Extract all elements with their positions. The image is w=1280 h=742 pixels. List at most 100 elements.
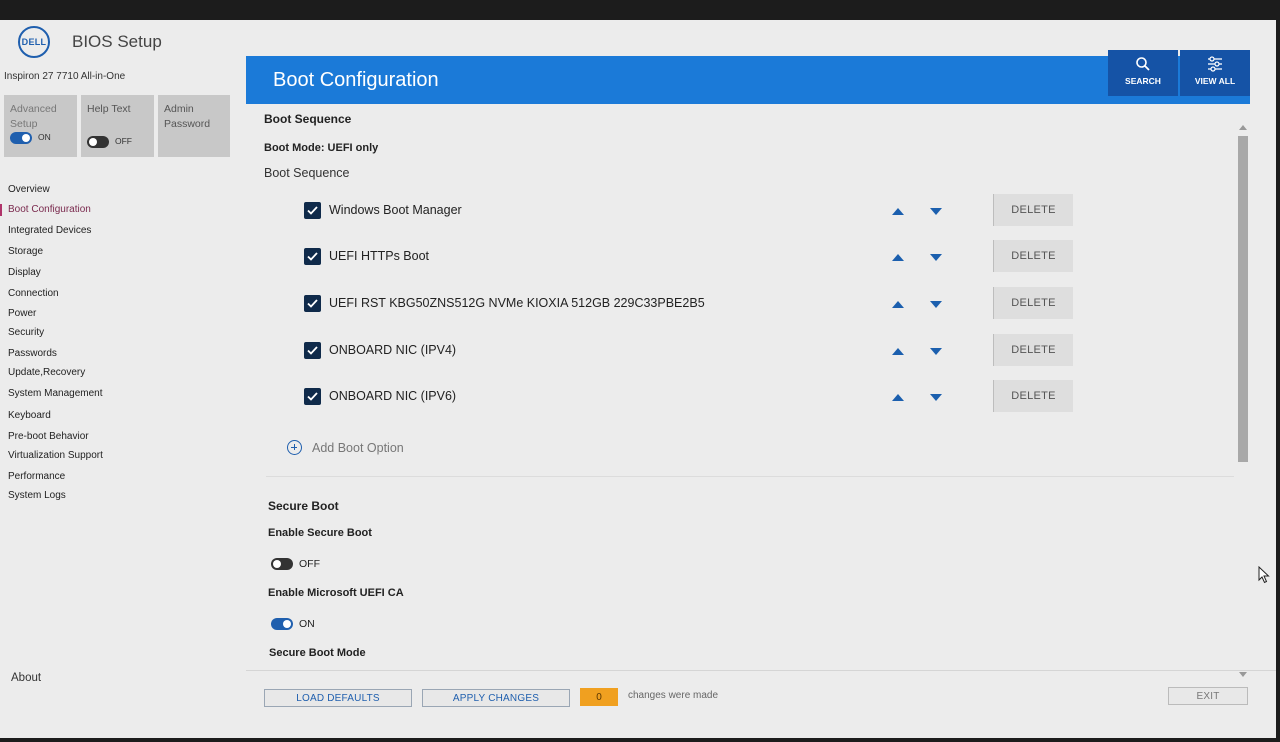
admin-password-label: Admin Password [164, 103, 211, 130]
help-text-label: Help Text [87, 103, 131, 115]
boot-option-row: ONBOARD NIC (IPV6) DELETE [304, 380, 1084, 412]
exit-button[interactable]: EXIT [1168, 687, 1248, 705]
secure-boot-section-title: Secure Boot [268, 499, 339, 513]
advanced-setup-tile[interactable]: Advanced Setup ON [4, 95, 77, 157]
boot-option-checkbox[interactable] [304, 388, 321, 405]
page-title: Boot Configuration [273, 69, 439, 91]
boot-option-name: Windows Boot Manager [329, 203, 462, 217]
page-header: Boot Configuration SEARCH VIEW ALL [246, 50, 1250, 104]
sidebar-item-system-logs[interactable]: System Logs [8, 490, 66, 501]
changes-status-text: changes were made [628, 690, 719, 701]
move-up-icon[interactable] [892, 301, 904, 308]
boot-option-checkbox[interactable] [304, 202, 321, 219]
checkmark-icon [307, 346, 318, 355]
footer-bar: LOAD DEFAULTS APPLY CHANGES 0 changes we… [246, 670, 1276, 738]
boot-option-checkbox[interactable] [304, 248, 321, 265]
boot-sequence-label: Boot Sequence [264, 166, 350, 180]
advanced-setup-state: ON [38, 132, 51, 142]
boot-mode: Boot Mode: UEFI only [264, 142, 379, 154]
sidebar-item-performance[interactable]: Performance [8, 471, 65, 482]
search-label: SEARCH [1125, 76, 1161, 86]
sidebar-item-overview[interactable]: Overview [8, 184, 50, 195]
add-boot-option-label: Add Boot Option [312, 440, 404, 455]
delete-button[interactable]: DELETE [993, 287, 1073, 319]
move-down-icon[interactable] [930, 348, 942, 355]
move-down-icon[interactable] [930, 301, 942, 308]
move-up-icon[interactable] [892, 208, 904, 215]
delete-button[interactable]: DELETE [993, 240, 1073, 272]
search-icon [1136, 57, 1150, 71]
sidebar-item-passwords[interactable]: Passwords [8, 348, 57, 359]
section-divider [266, 476, 1234, 477]
apply-changes-button[interactable]: APPLY CHANGES [422, 689, 570, 707]
enable-secure-boot-label: Enable Secure Boot [268, 527, 372, 539]
delete-button[interactable]: DELETE [993, 380, 1073, 412]
view-all-button[interactable]: VIEW ALL [1180, 50, 1250, 96]
sidebar-item-display[interactable]: Display [8, 267, 41, 278]
move-down-icon[interactable] [930, 208, 942, 215]
sidebar-item-connection[interactable]: Connection [8, 288, 59, 299]
enable-microsoft-uefi-ca-state: ON [299, 618, 315, 630]
sidebar-item-security[interactable]: Security [8, 327, 44, 338]
advanced-setup-toggle[interactable] [10, 131, 32, 144]
sidebar-item-boot-configuration[interactable]: Boot Configuration [8, 204, 91, 215]
delete-button[interactable]: DELETE [993, 334, 1073, 366]
boot-option-row: UEFI HTTPs Boot DELETE [304, 240, 1084, 272]
checkmark-icon [307, 206, 318, 215]
admin-password-tile[interactable]: Admin Password [158, 95, 230, 157]
sidebar-item-keyboard[interactable]: Keyboard [8, 410, 51, 421]
advanced-setup-label: Advanced Setup [10, 103, 57, 130]
help-text-toggle[interactable] [87, 135, 109, 148]
boot-option-name: ONBOARD NIC (IPV4) [329, 343, 457, 357]
active-indicator [0, 204, 2, 216]
sidebar-item-virtualization-support[interactable]: Virtualization Support [8, 450, 103, 461]
changes-count-badge: 0 [580, 688, 618, 706]
sidebar-item-update-recovery[interactable]: Update,Recovery [8, 367, 85, 378]
boot-option-checkbox[interactable] [304, 342, 321, 359]
sidebar-item-integrated-devices[interactable]: Integrated Devices [8, 225, 91, 236]
help-text-tile[interactable]: Help Text OFF [81, 95, 154, 157]
boot-option-name: UEFI HTTPs Boot [329, 249, 430, 263]
search-button[interactable]: SEARCH [1108, 50, 1178, 96]
move-up-icon[interactable] [892, 394, 904, 401]
move-down-icon[interactable] [930, 394, 942, 401]
enable-secure-boot-control: OFF [271, 558, 320, 570]
move-down-icon[interactable] [930, 254, 942, 261]
sidebar-item-storage[interactable]: Storage [8, 246, 43, 257]
sidebar-item-about[interactable]: About [11, 672, 41, 684]
add-boot-option-button[interactable]: Add Boot Option [287, 440, 404, 455]
checkmark-icon [307, 252, 318, 261]
enable-microsoft-uefi-ca-control: ON [271, 618, 315, 630]
enable-microsoft-uefi-ca-label: Enable Microsoft UEFI CA [268, 587, 404, 599]
boot-option-checkbox[interactable] [304, 295, 321, 312]
boot-option-name: ONBOARD NIC (IPV6) [329, 389, 457, 403]
system-model: Inspiron 27 7710 All-in-One [4, 71, 126, 82]
boot-option-row: ONBOARD NIC (IPV4) DELETE [304, 334, 1084, 366]
mouse-cursor-icon [1258, 566, 1270, 584]
filter-sliders-icon [1208, 56, 1222, 72]
checkmark-icon [307, 299, 318, 308]
sidebar-item-power[interactable]: Power [8, 308, 36, 319]
move-up-icon[interactable] [892, 254, 904, 261]
secure-boot-mode-label: Secure Boot Mode [269, 647, 366, 659]
checkmark-icon [307, 392, 318, 401]
bios-screen: DELL BIOS Setup Inspiron 27 7710 All-in-… [0, 20, 1276, 738]
delete-button[interactable]: DELETE [993, 194, 1073, 226]
sidebar-item-system-management[interactable]: System Management [8, 388, 103, 399]
enable-secure-boot-toggle[interactable] [271, 558, 293, 570]
app-title: BIOS Setup [72, 32, 162, 51]
boot-option-row: UEFI RST KBG50ZNS512G NVMe KIOXIA 512GB … [304, 287, 1084, 319]
content-scrollbar[interactable] [1235, 120, 1249, 682]
dell-logo: DELL [18, 26, 50, 58]
scrollbar-thumb[interactable] [1238, 136, 1248, 462]
top-bar: DELL BIOS Setup [0, 20, 1276, 58]
load-defaults-button[interactable]: LOAD DEFAULTS [264, 689, 412, 707]
add-circle-icon [287, 440, 302, 455]
enable-secure-boot-state: OFF [299, 558, 320, 570]
help-text-state: OFF [115, 136, 132, 146]
enable-microsoft-uefi-ca-toggle[interactable] [271, 618, 293, 630]
sidebar-item-pre-boot-behavior[interactable]: Pre-boot Behavior [8, 431, 89, 442]
scroll-up-arrow-icon[interactable] [1239, 125, 1247, 130]
boot-option-row: Windows Boot Manager DELETE [304, 194, 1084, 226]
move-up-icon[interactable] [892, 348, 904, 355]
